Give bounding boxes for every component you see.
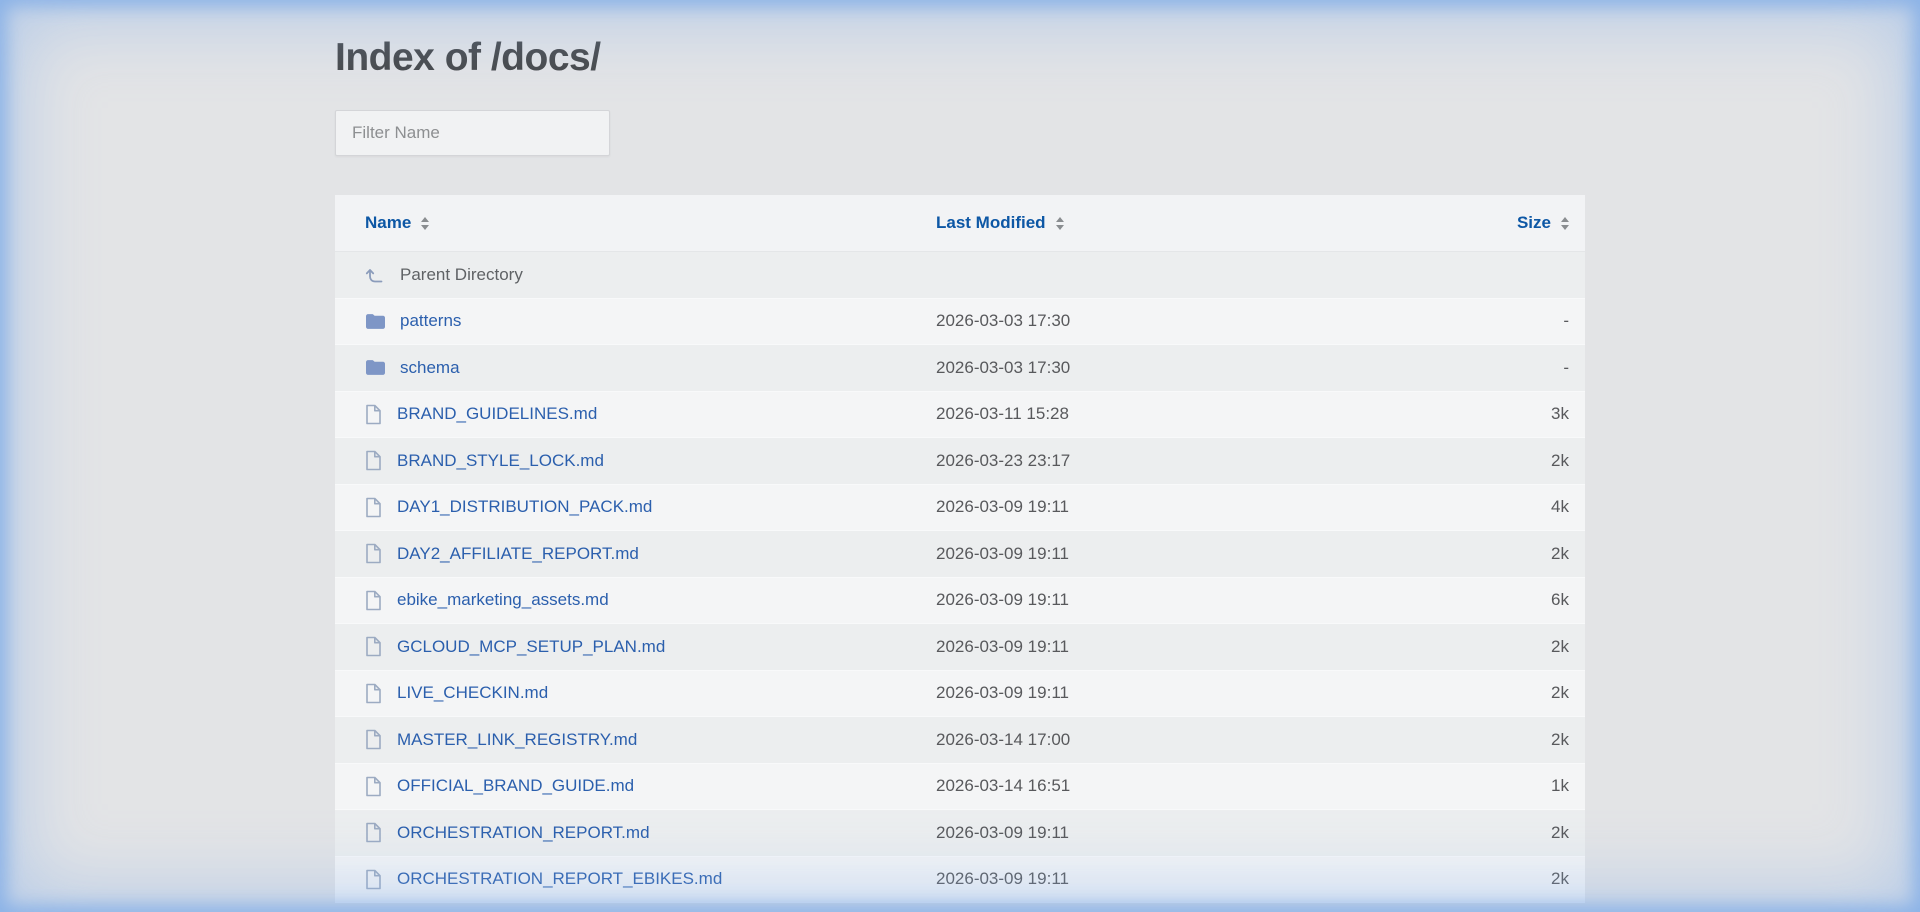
modified-cell: 2026-03-23 23:17 [936, 451, 1376, 471]
file-link[interactable]: schema [400, 358, 460, 378]
size-cell: - [1376, 358, 1569, 378]
sort-icon[interactable] [421, 217, 429, 230]
file-link[interactable]: ORCHESTRATION_REPORT.md [397, 823, 650, 843]
column-header-name[interactable]: Name [365, 213, 936, 233]
modified-cell: 2026-03-14 16:51 [936, 776, 1376, 796]
modified-cell: 2026-03-11 15:28 [936, 404, 1376, 424]
file-table: Name Last Modified Size [335, 195, 1585, 903]
table-row: DAY1_DISTRIBUTION_PACK.md 2026-03-09 19:… [335, 485, 1585, 532]
file-icon [365, 822, 382, 843]
size-cell: 3k [1376, 404, 1569, 424]
file-link[interactable]: MASTER_LINK_REGISTRY.md [397, 730, 637, 750]
file-link[interactable]: BRAND_GUIDELINES.md [397, 404, 597, 424]
file-link[interactable]: DAY2_AFFILIATE_REPORT.md [397, 544, 639, 564]
column-header-last-modified-label: Last Modified [936, 213, 1046, 233]
parent-directory-link[interactable]: Parent Directory [400, 265, 523, 285]
table-row: MASTER_LINK_REGISTRY.md 2026-03-14 17:00… [335, 717, 1585, 764]
table-row: DAY2_AFFILIATE_REPORT.md 2026-03-09 19:1… [335, 531, 1585, 578]
modified-cell: 2026-03-09 19:11 [936, 823, 1376, 843]
file-link[interactable]: LIVE_CHECKIN.md [397, 683, 548, 703]
file-link[interactable]: DAY1_DISTRIBUTION_PACK.md [397, 497, 652, 517]
size-cell: 4k [1376, 497, 1569, 517]
file-icon [365, 683, 382, 704]
page-title: Index of /docs/ [335, 36, 1585, 80]
file-link[interactable]: GCLOUD_MCP_SETUP_PLAN.md [397, 637, 665, 657]
folder-icon [365, 313, 385, 330]
size-cell: 6k [1376, 590, 1569, 610]
table-row: ORCHESTRATION_REPORT.md 2026-03-09 19:11… [335, 810, 1585, 857]
size-cell: 2k [1376, 730, 1569, 750]
modified-cell: 2026-03-09 19:11 [936, 683, 1376, 703]
file-icon [365, 497, 382, 518]
table-row: BRAND_STYLE_LOCK.md 2026-03-23 23:17 2k [335, 438, 1585, 485]
table-row: ORCHESTRATION_REPORT_EBIKES.md 2026-03-0… [335, 857, 1585, 904]
parent-directory-row[interactable]: Parent Directory [335, 252, 1585, 299]
file-icon [365, 590, 382, 611]
folder-icon [365, 359, 385, 376]
column-header-size[interactable]: Size [1376, 213, 1569, 233]
table-body: Parent Directory patterns 2026-03-03 17:… [335, 252, 1585, 903]
modified-cell: 2026-03-09 19:11 [936, 869, 1376, 889]
size-cell: 2k [1376, 683, 1569, 703]
modified-cell: 2026-03-09 19:11 [936, 544, 1376, 564]
modified-cell: 2026-03-14 17:00 [936, 730, 1376, 750]
modified-cell: 2026-03-03 17:30 [936, 358, 1376, 378]
modified-cell: 2026-03-09 19:11 [936, 497, 1376, 517]
table-row: GCLOUD_MCP_SETUP_PLAN.md 2026-03-09 19:1… [335, 624, 1585, 671]
sort-icon[interactable] [1561, 217, 1569, 230]
table-row: schema 2026-03-03 17:30 - [335, 345, 1585, 392]
table-header-row: Name Last Modified Size [335, 195, 1585, 252]
file-icon [365, 404, 382, 425]
size-cell: 2k [1376, 544, 1569, 564]
column-header-size-label: Size [1517, 213, 1551, 233]
column-header-last-modified[interactable]: Last Modified [936, 213, 1376, 233]
file-link[interactable]: BRAND_STYLE_LOCK.md [397, 451, 604, 471]
file-icon [365, 450, 382, 471]
table-row: LIVE_CHECKIN.md 2026-03-09 19:11 2k [335, 671, 1585, 718]
file-link[interactable]: ebike_marketing_assets.md [397, 590, 609, 610]
size-cell: 1k [1376, 776, 1569, 796]
size-cell: 2k [1376, 869, 1569, 889]
file-icon [365, 636, 382, 657]
size-cell: 2k [1376, 451, 1569, 471]
table-row: ebike_marketing_assets.md 2026-03-09 19:… [335, 578, 1585, 625]
file-link[interactable]: patterns [400, 311, 461, 331]
modified-cell: 2026-03-09 19:11 [936, 637, 1376, 657]
size-cell: - [1376, 311, 1569, 331]
sort-icon[interactable] [1056, 217, 1064, 230]
file-icon [365, 729, 382, 750]
file-link[interactable]: ORCHESTRATION_REPORT_EBIKES.md [397, 869, 722, 889]
filter-input[interactable] [335, 110, 610, 156]
modified-cell: 2026-03-03 17:30 [936, 311, 1376, 331]
size-cell: 2k [1376, 637, 1569, 657]
table-row: BRAND_GUIDELINES.md 2026-03-11 15:28 3k [335, 392, 1585, 439]
file-icon [365, 543, 382, 564]
table-row: OFFICIAL_BRAND_GUIDE.md 2026-03-14 16:51… [335, 764, 1585, 811]
table-row: patterns 2026-03-03 17:30 - [335, 299, 1585, 346]
modified-cell: 2026-03-09 19:11 [936, 590, 1376, 610]
arrow-up-parent-icon [365, 265, 385, 285]
file-icon [365, 776, 382, 797]
column-header-name-label: Name [365, 213, 411, 233]
file-icon [365, 869, 382, 890]
size-cell: 2k [1376, 823, 1569, 843]
directory-index-page: Index of /docs/ Name Last Modified Size [335, 36, 1585, 903]
file-link[interactable]: OFFICIAL_BRAND_GUIDE.md [397, 776, 634, 796]
